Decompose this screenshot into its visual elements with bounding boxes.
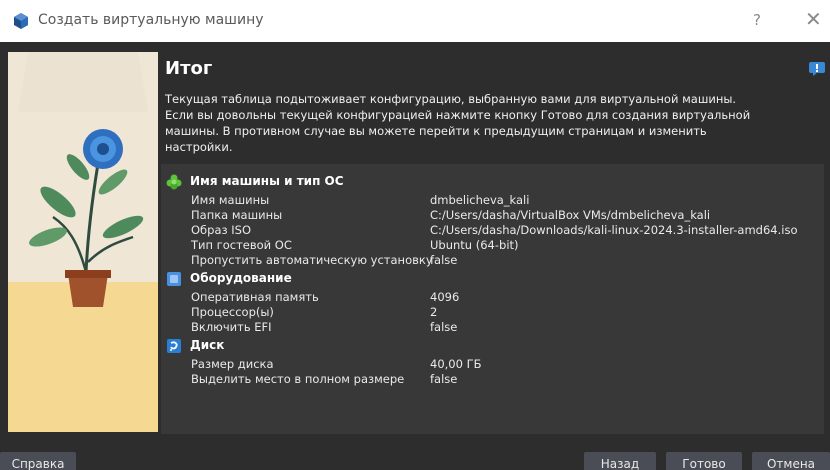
title-bar: Создать виртуальную машину ? ✕	[0, 0, 830, 42]
row-value: false	[430, 253, 458, 267]
row-value: 4096	[430, 290, 460, 304]
row-key: Имя машины	[191, 193, 270, 207]
row-value: dmbelicheva_kali	[430, 193, 530, 207]
row-key: Образ ISO	[191, 223, 252, 237]
chip-icon	[167, 272, 181, 286]
section-disk[interactable]: Диск	[161, 337, 824, 355]
row-key: Оперативная память	[191, 290, 319, 304]
info-bubble-icon[interactable]	[809, 62, 825, 76]
window-title: Создать виртуальную машину	[38, 12, 264, 28]
table-row[interactable]: Включить EFI false	[161, 320, 824, 334]
table-row[interactable]: Папка машины C:/Users/dasha/VirtualBox V…	[161, 208, 824, 222]
row-key: Включить EFI	[191, 320, 272, 334]
row-value: 40,00 ГБ	[430, 357, 482, 371]
row-key: Папка машины	[191, 208, 283, 222]
page-title: Итог	[165, 58, 213, 79]
row-key: Тип гостевой ОС	[191, 238, 292, 252]
virtualbox-logo-icon	[14, 13, 28, 29]
green-star-icon	[166, 174, 182, 190]
row-value: false	[430, 320, 458, 334]
table-row[interactable]: Образ ISO C:/Users/dasha/Downloads/kali-…	[161, 223, 824, 237]
table-row[interactable]: Выделить место в полном размере false	[161, 372, 824, 386]
section-hardware[interactable]: Оборудование	[161, 270, 824, 288]
row-value: 2	[430, 305, 438, 319]
table-row[interactable]: Тип гостевой ОС Ubuntu (64-bit)	[161, 238, 824, 252]
page-description: Текущая таблица подытоживает конфигураци…	[165, 92, 751, 154]
row-value: false	[430, 372, 458, 386]
row-key: Пропустить автоматическую установку	[191, 253, 433, 267]
row-key: Размер диска	[191, 357, 274, 371]
summary-tree[interactable]: Имя машины и тип ОС Имя машины dmbeliche…	[161, 164, 824, 434]
table-row[interactable]: Пропустить автоматическую установку fals…	[161, 253, 824, 267]
section-title: Диск	[190, 338, 225, 352]
section-title: Имя машины и тип ОС	[190, 174, 344, 188]
help-button[interactable]: Справка	[0, 452, 76, 470]
help-title-button[interactable]: ?	[753, 11, 761, 29]
table-row[interactable]: Имя машины dmbelicheva_kali	[161, 193, 824, 207]
close-button[interactable]: ✕	[805, 7, 822, 31]
back-button[interactable]: Назад	[584, 452, 656, 470]
disk-icon	[167, 339, 181, 353]
plant-illustration	[8, 52, 158, 432]
table-row[interactable]: Размер диска 40,00 ГБ	[161, 357, 824, 371]
table-row[interactable]: Оперативная память 4096	[161, 290, 824, 304]
row-value: C:/Users/dasha/VirtualBox VMs/dmbelichev…	[430, 208, 711, 222]
wizard-page: Итог Текущая таблица подытоживает конфиг…	[0, 42, 830, 470]
row-value: Ubuntu (64-bit)	[430, 238, 519, 252]
section-name-os[interactable]: Имя машины и тип ОС	[161, 173, 824, 191]
finish-button[interactable]: Готово	[666, 452, 742, 470]
row-key: Выделить место в полном размере	[191, 372, 405, 386]
row-value: C:/Users/dasha/Downloads/kali-linux-2024…	[430, 223, 798, 237]
row-key: Процессор(ы)	[191, 305, 274, 319]
table-row[interactable]: Процессор(ы) 2	[161, 305, 824, 319]
cancel-button[interactable]: Отмена	[752, 452, 830, 470]
section-title: Оборудование	[190, 271, 292, 285]
